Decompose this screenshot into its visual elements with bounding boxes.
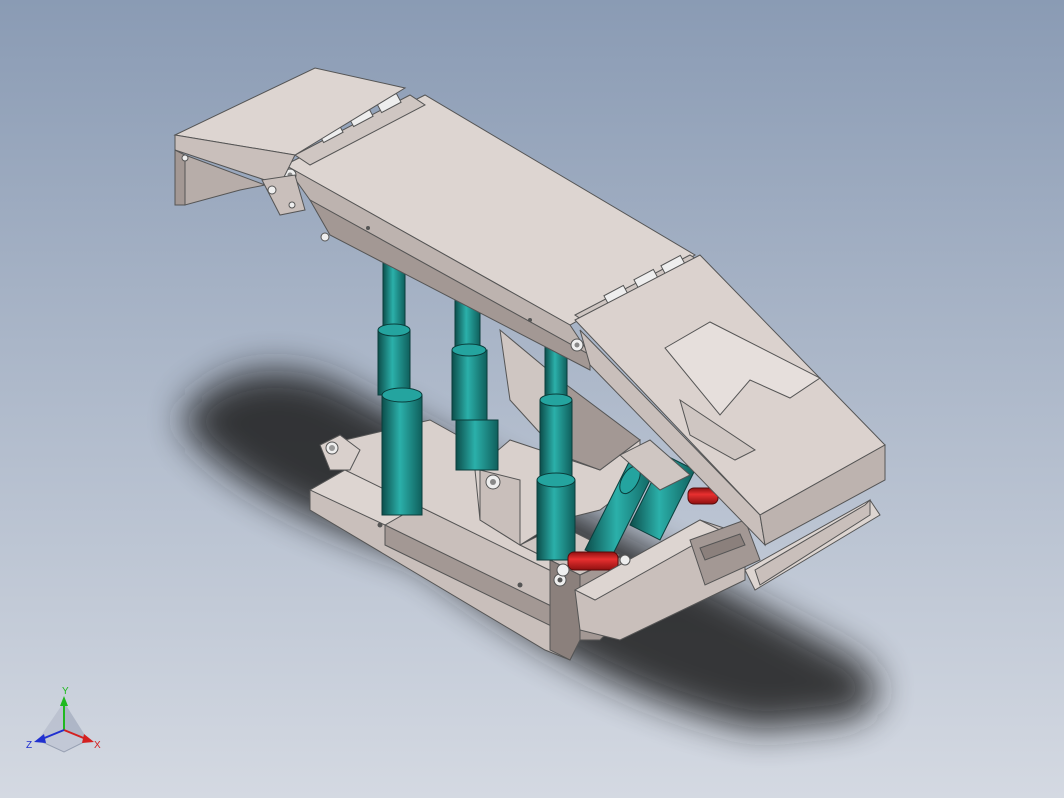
x-axis-label: X: [94, 740, 101, 751]
coordinate-triad: Y X Z: [26, 686, 101, 753]
graphics-viewport[interactable]: Y X Z: [0, 0, 1064, 798]
y-axis-label: Y: [62, 686, 69, 697]
z-axis-label: Z: [26, 740, 32, 751]
hydraulic-support-model[interactable]: [0, 0, 1064, 798]
